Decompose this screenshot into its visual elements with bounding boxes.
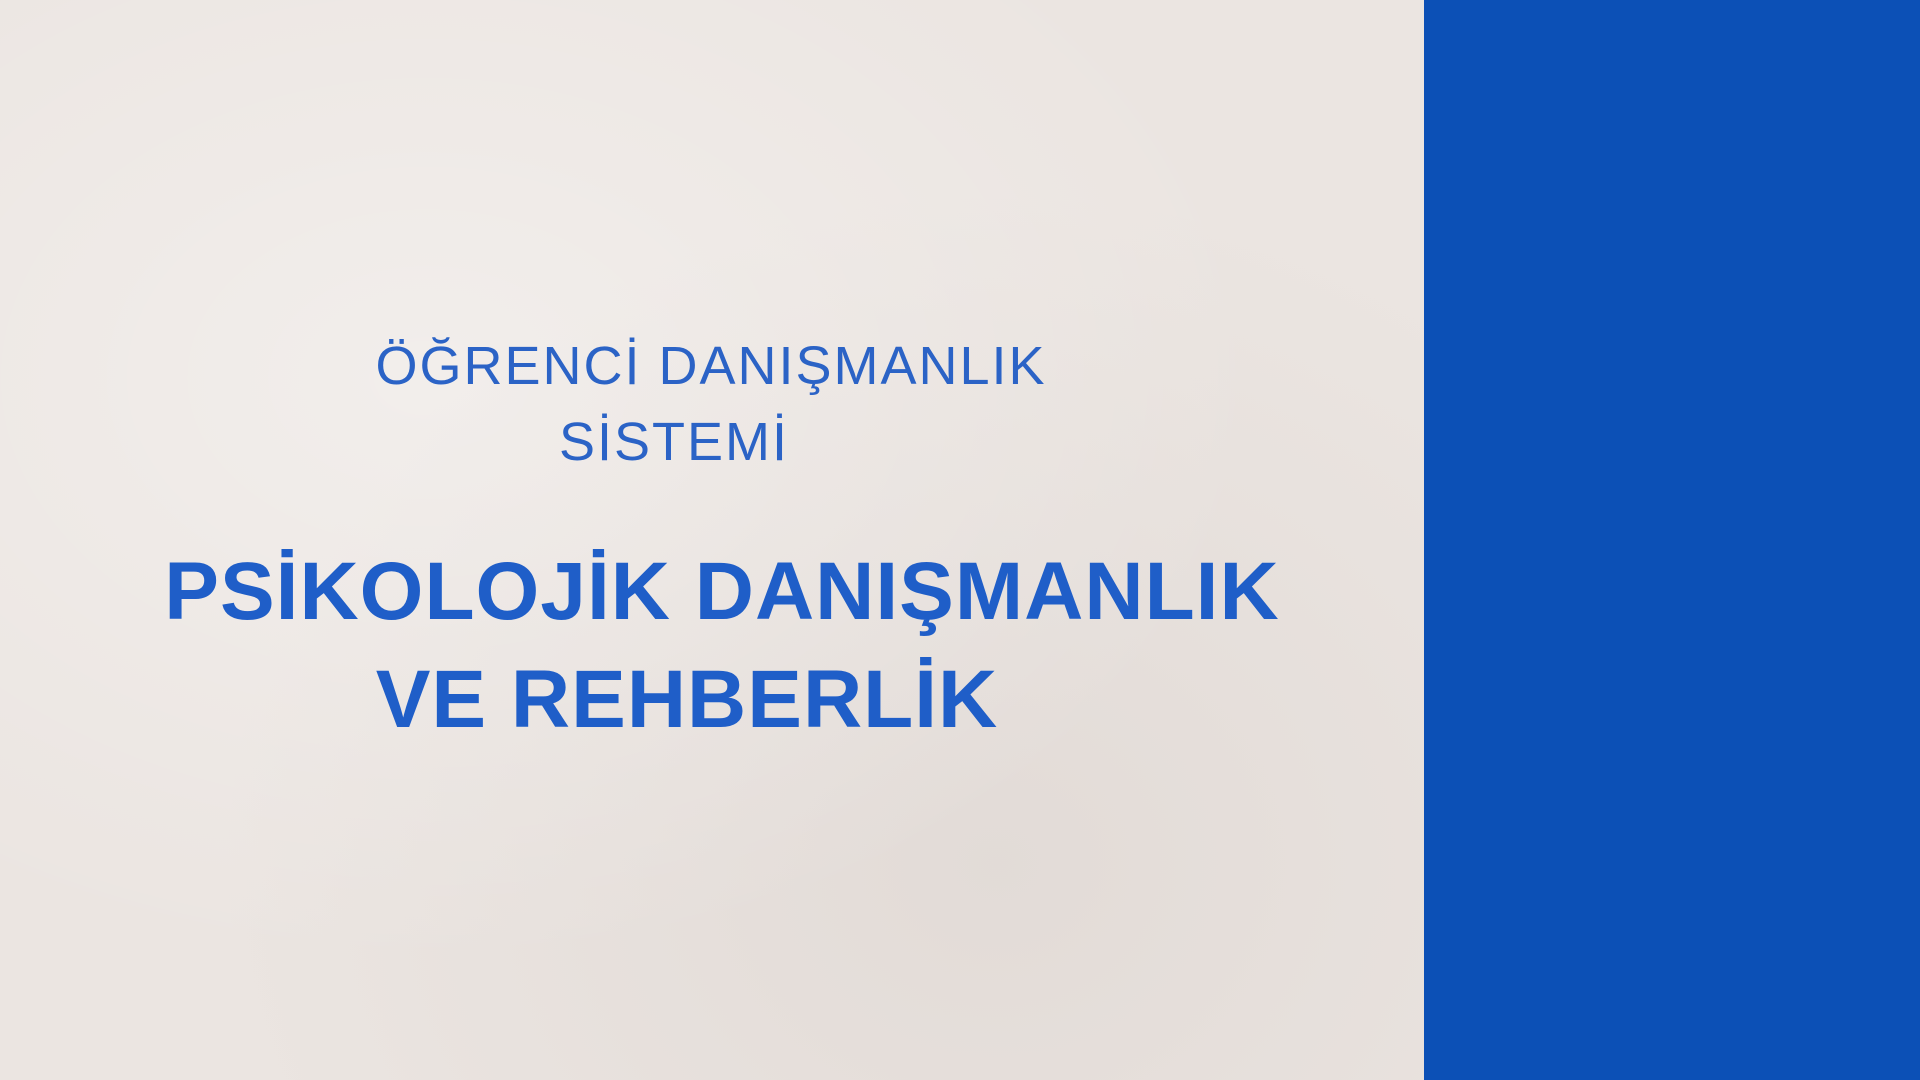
title-line-1: PSİKOLOJİK DANIŞMANLIK [164, 546, 1280, 637]
title-line-2: VE REHBERLİK [375, 654, 999, 745]
blue-side-panel [1424, 0, 1920, 1080]
slide-title: PSİKOLOJİK DANIŞMANLIK VE REHBERLİK [0, 538, 1424, 754]
subtitle-line-2: SİSTEMİ [558, 412, 790, 472]
subtitle-line-1: ÖĞRENCİ DANIŞMANLIK [375, 336, 1047, 396]
slide-subtitle: ÖĞRENCİ DANIŞMANLIK SİSTEMİ [0, 328, 1424, 480]
slide-background: ÖĞRENCİ DANIŞMANLIK SİSTEMİ PSİKOLOJİK D… [0, 0, 1424, 1080]
